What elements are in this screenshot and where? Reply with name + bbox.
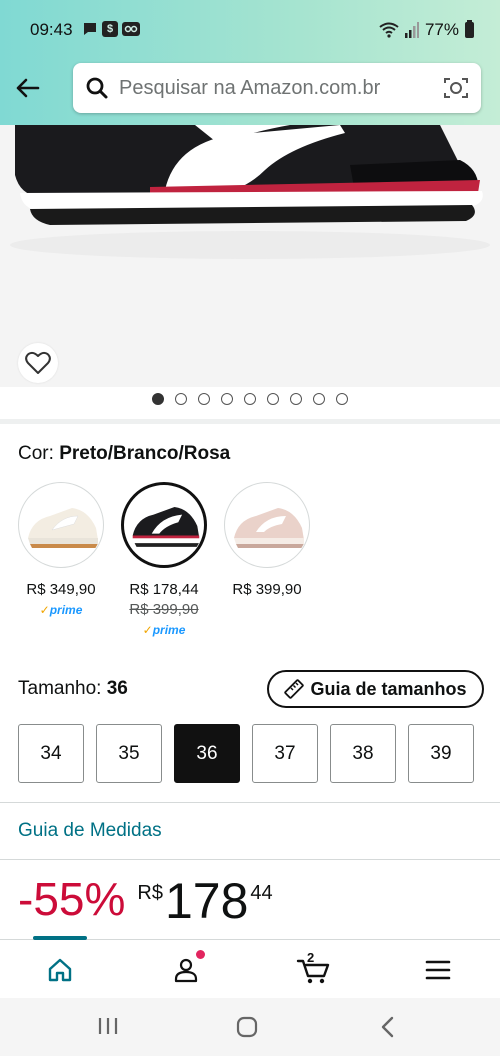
search-bar[interactable]: [73, 63, 481, 113]
nav-menu[interactable]: [418, 952, 458, 988]
wifi-icon: [379, 22, 399, 38]
color-price-black: R$ 178,44: [129, 581, 199, 598]
size-option-37[interactable]: 37: [252, 724, 318, 783]
battery-percent: 77%: [424, 20, 459, 39]
camera-lens-icon[interactable]: [443, 76, 469, 100]
product-page: 09:43 $ 77% Pesquisar na Amazon.com.br C…: [0, 0, 500, 1056]
color-price-pink: R$ 399,90: [232, 581, 302, 598]
message-icon: [84, 23, 96, 35]
system-navigation-bar: [0, 998, 500, 1056]
notification-icons: $: [82, 21, 140, 37]
prime-check-icon: ✓: [39, 603, 50, 617]
color-selection-label: Cor: Preto/Branco/Rosa: [18, 443, 230, 465]
heart-icon: [25, 351, 51, 374]
divider: [0, 859, 500, 860]
color-price-white: R$ 349,90: [26, 581, 96, 598]
pagination-dot[interactable]: [290, 393, 302, 405]
home-icon: [48, 958, 72, 982]
pagination-dot[interactable]: [336, 393, 348, 405]
size-option-38[interactable]: 38: [330, 724, 396, 783]
price-fraction: 44: [250, 882, 273, 904]
size-option-39[interactable]: 39: [408, 724, 474, 783]
back-button[interactable]: [12, 72, 44, 104]
nav-account[interactable]: [166, 950, 206, 988]
size-selection-label: Tamanho: 36: [18, 678, 128, 700]
search-input[interactable]: [119, 63, 429, 113]
cart-count: 2: [307, 950, 315, 965]
arrow-left-icon: [16, 78, 40, 98]
pagination-dot[interactable]: [175, 393, 187, 405]
pagination-dot[interactable]: [152, 393, 164, 405]
voicemail-icon: [122, 22, 140, 36]
shoe-photo: [0, 125, 500, 387]
shoe-thumbnail-black: [127, 488, 203, 564]
app-header: 09:43 $ 77%: [0, 0, 500, 125]
image-pagination: [0, 393, 500, 413]
discount-percent: -55%: [18, 873, 126, 925]
size-guide-button[interactable]: Guia de tamanhos: [267, 670, 484, 708]
size-label: Tamanho:: [18, 678, 102, 699]
section-divider: [0, 419, 500, 424]
recent-apps-icon[interactable]: [97, 1016, 119, 1036]
status-right: 77%: [379, 20, 474, 40]
ruler-icon: [284, 679, 305, 699]
size-option-36[interactable]: 36: [174, 724, 240, 783]
pagination-dot[interactable]: [244, 393, 256, 405]
selected-color: Preto/Branco/Rosa: [59, 443, 231, 464]
divider: [0, 802, 500, 803]
selected-size: 36: [106, 678, 128, 699]
prime-badge-black: ✓prime: [142, 623, 186, 637]
price-whole: 178: [164, 873, 249, 929]
color-swatch-pink[interactable]: [224, 482, 310, 568]
measures-guide-link[interactable]: Guia de Medidas: [18, 820, 162, 842]
nav-home[interactable]: [40, 952, 80, 988]
bottom-navigation: 2: [0, 936, 500, 998]
size-guide-label: Guia de tamanhos: [310, 678, 467, 699]
color-label: Cor:: [18, 443, 54, 464]
status-bar: 09:43 $ 77%: [0, 0, 500, 60]
product-image[interactable]: [0, 125, 500, 387]
status-time: 09:43: [30, 20, 73, 39]
color-swatch-black[interactable]: [121, 482, 207, 568]
home-button-icon[interactable]: [236, 1016, 258, 1038]
menu-icon: [425, 960, 451, 980]
nav-cart[interactable]: 2: [292, 950, 336, 988]
active-tab-indicator: [33, 936, 87, 940]
pagination-dot[interactable]: [198, 393, 210, 405]
search-icon: [86, 77, 108, 99]
notification-dot: [196, 950, 205, 959]
price-block: -55% R$ 178 44: [18, 876, 273, 926]
shoe-thumbnail-white: [22, 486, 102, 566]
prime-check-icon: ✓: [142, 623, 153, 637]
prime-badge-white: ✓prime: [39, 603, 83, 617]
pagination-dot[interactable]: [221, 393, 233, 405]
size-option-35[interactable]: 35: [96, 724, 162, 783]
back-nav-icon[interactable]: [378, 1016, 398, 1038]
size-option-34[interactable]: 34: [18, 724, 84, 783]
pagination-dot[interactable]: [267, 393, 279, 405]
dollar-app-icon: $: [102, 21, 118, 37]
color-swatch-white[interactable]: [18, 482, 104, 568]
wishlist-button[interactable]: [18, 343, 58, 383]
shoe-thumbnail-pink: [228, 486, 308, 566]
account-icon: [174, 958, 198, 983]
pagination-dot[interactable]: [313, 393, 325, 405]
price-currency: R$: [137, 882, 163, 904]
color-list-price-black: R$ 399,90: [129, 601, 199, 618]
signal-icon: [404, 22, 419, 38]
battery-icon: [465, 20, 474, 38]
